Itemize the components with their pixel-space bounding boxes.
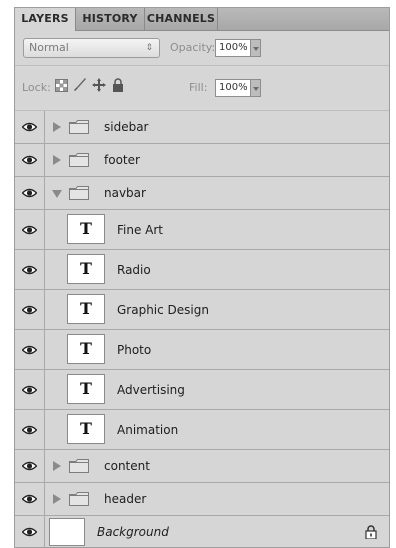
blend-mode-value: Normal (29, 41, 69, 54)
visibility-toggle[interactable] (15, 410, 45, 449)
visibility-toggle[interactable] (15, 483, 45, 515)
blend-opacity-row: Normal ⇕ Opacity: 100% (15, 31, 389, 66)
lock-label: Lock: (22, 81, 51, 94)
fill-label: Fill: (189, 81, 208, 94)
eye-icon (22, 345, 37, 355)
expand-triangle-icon[interactable] (53, 155, 61, 165)
eye-icon (22, 494, 37, 504)
layer-row[interactable]: T Animation (15, 410, 389, 450)
opacity-dropdown-arrow[interactable] (251, 39, 261, 57)
lock-position-icon[interactable] (92, 78, 106, 98)
text-layer-thumbnail: T (67, 334, 105, 364)
visibility-toggle[interactable] (15, 290, 45, 329)
text-layer-thumbnail: T (67, 214, 105, 244)
layer-name: Radio (117, 263, 151, 277)
folder-icon (69, 153, 89, 167)
visibility-toggle[interactable] (15, 370, 45, 409)
layer-row-background[interactable]: Background (15, 516, 389, 547)
text-layer-thumbnail: T (67, 414, 105, 444)
tab-channels[interactable]: CHANNELS (145, 8, 218, 30)
layer-name: sidebar (104, 120, 149, 134)
layers-list: sidebar footer navbar T Fine Art T Radio… (15, 111, 389, 547)
opacity-input[interactable]: 100% (215, 39, 251, 57)
layer-row[interactable]: T Fine Art (15, 210, 389, 250)
blend-mode-select[interactable]: Normal ⇕ (23, 38, 160, 58)
tab-history[interactable]: HISTORY (76, 8, 145, 30)
folder-icon (69, 186, 89, 200)
text-layer-thumbnail: T (67, 374, 105, 404)
lock-transparent-pixels-icon[interactable] (55, 78, 68, 98)
opacity-label: Opacity: (170, 41, 216, 54)
layer-row[interactable]: navbar (15, 177, 389, 210)
visibility-toggle[interactable] (15, 210, 45, 249)
layer-name: Fine Art (117, 223, 164, 237)
expand-triangle-icon[interactable] (53, 494, 61, 504)
text-layer-thumbnail: T (67, 294, 105, 324)
layer-row[interactable]: T Graphic Design (15, 290, 389, 330)
eye-icon (22, 305, 37, 315)
visibility-toggle[interactable] (15, 144, 45, 176)
layer-name: Graphic Design (117, 303, 209, 317)
lock-fill-row: Lock: Fill: 100% (15, 66, 389, 111)
expand-triangle-icon[interactable] (53, 461, 61, 471)
layer-name: Background (97, 525, 169, 539)
layer-row[interactable]: content (15, 450, 389, 483)
layer-name: header (104, 492, 147, 506)
expand-triangle-icon[interactable] (53, 122, 61, 132)
layer-row[interactable]: T Advertising (15, 370, 389, 410)
layer-name: Advertising (117, 383, 185, 397)
eye-icon (22, 225, 37, 235)
collapse-triangle-icon[interactable] (52, 190, 62, 198)
layer-name: content (104, 459, 150, 473)
lock-all-icon[interactable] (112, 78, 124, 98)
fill-dropdown-arrow[interactable] (251, 79, 261, 97)
eye-icon (22, 425, 37, 435)
layer-name: Animation (117, 423, 179, 437)
visibility-toggle[interactable] (15, 450, 45, 482)
eye-icon (22, 527, 37, 537)
layers-panel: LAYERS HISTORY CHANNELS Normal ⇕ Opacity… (14, 7, 390, 548)
layer-row[interactable]: footer (15, 144, 389, 177)
layer-row[interactable]: header (15, 483, 389, 516)
eye-icon (22, 122, 37, 132)
eye-icon (22, 461, 37, 471)
padlock-icon (365, 525, 377, 539)
layer-name: footer (104, 153, 140, 167)
visibility-toggle[interactable] (15, 250, 45, 289)
visibility-toggle[interactable] (15, 516, 45, 547)
visibility-toggle[interactable] (15, 111, 45, 143)
visibility-toggle[interactable] (15, 177, 45, 209)
fill-input[interactable]: 100% (215, 79, 251, 97)
eye-icon (22, 155, 37, 165)
eye-icon (22, 385, 37, 395)
folder-icon (69, 120, 89, 134)
select-arrows-icon: ⇕ (145, 43, 153, 53)
layer-row[interactable]: T Radio (15, 250, 389, 290)
eye-icon (22, 188, 37, 198)
panel-tab-bar: LAYERS HISTORY CHANNELS (15, 8, 389, 31)
text-layer-thumbnail: T (67, 254, 105, 284)
layer-name: navbar (104, 186, 146, 200)
layer-row[interactable]: sidebar (15, 111, 389, 144)
layer-name: Photo (117, 343, 152, 357)
folder-icon (69, 459, 89, 473)
layer-row[interactable]: T Photo (15, 330, 389, 370)
folder-icon (69, 492, 89, 506)
tab-layers[interactable]: LAYERS (15, 8, 76, 31)
eye-icon (22, 265, 37, 275)
background-thumbnail (49, 518, 85, 546)
visibility-toggle[interactable] (15, 330, 45, 369)
lock-image-pixels-icon[interactable] (73, 78, 87, 98)
